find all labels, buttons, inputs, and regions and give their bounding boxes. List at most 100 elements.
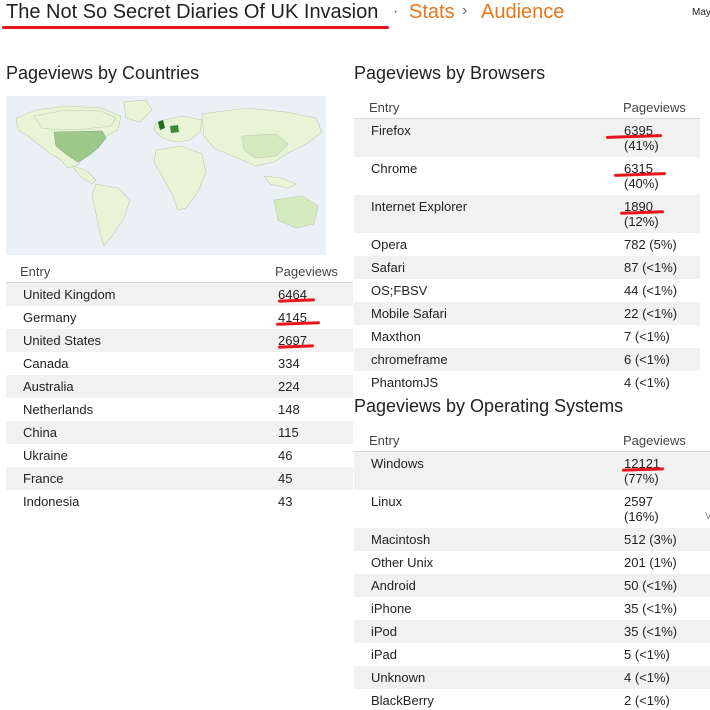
row-entry: China — [23, 425, 57, 440]
row-entry: Other Unix — [371, 555, 434, 570]
separator-dot: · — [393, 3, 399, 20]
browsers-table-header: Entry Pageviews — [354, 96, 700, 119]
countries-table: Entry Pageviews United Kingdom 6464 German… — [6, 260, 353, 513]
table-row[interactable]: Indonesia 43 — [6, 490, 353, 513]
table-row[interactable]: Opera 782 (5%) — [354, 233, 700, 256]
row-entry: iPod — [371, 624, 398, 639]
row-pageviews: 115 — [278, 425, 299, 440]
table-row[interactable]: iPhone 35 (<1%) — [354, 597, 710, 620]
breadcrumb-stats[interactable]: Stats — [409, 1, 455, 24]
row-pageviews: 6 (<1%) — [624, 352, 670, 367]
row-entry: Germany — [23, 310, 77, 325]
row-entry: OS;FBSV — [371, 283, 428, 298]
row-pageviews: 5 (<1%) — [624, 647, 670, 662]
table-row[interactable]: OS;FBSV 44 (<1%) — [354, 279, 700, 302]
row-pageviews: 7 (<1%) — [624, 329, 670, 344]
row-entry: Ukraine — [23, 448, 68, 463]
table-row[interactable]: Windows 12121 (77%) — [354, 452, 710, 490]
row-entry: Maxthon — [371, 329, 421, 344]
column-header-entry[interactable]: Entry — [20, 264, 50, 279]
row-percent: (16%) — [624, 509, 659, 524]
row-entry: Safari — [371, 260, 405, 275]
row-entry: Mobile Safari — [371, 306, 447, 321]
table-row[interactable]: PhantomJS 4 (<1%) — [354, 371, 700, 394]
red-underline-annotation — [275, 321, 321, 326]
row-entry: iPhone — [371, 601, 412, 616]
row-entry: Macintosh — [371, 532, 431, 547]
red-underline-annotation — [2, 26, 389, 29]
column-header-pageviews[interactable]: Pageviews — [623, 433, 686, 448]
row-pageviews: 50 (<1%) — [624, 578, 678, 593]
row-pageviews: 2 (<1%) — [624, 693, 670, 708]
row-percent: (77%) — [624, 471, 659, 486]
table-row[interactable]: Linux 2597 (16%) — [354, 490, 710, 528]
table-row[interactable]: iPod 35 (<1%) — [354, 620, 710, 643]
row-entry: Indonesia — [23, 494, 80, 509]
row-entry: Opera — [371, 237, 408, 252]
os-table: Entry Pageviews Windows 12121 (77%) Linux 25… — [354, 429, 710, 710]
row-entry: PhantomJS — [371, 375, 439, 390]
table-row[interactable]: Germany 4145 — [6, 306, 353, 329]
table-row[interactable]: Macintosh 512 (3%) — [354, 528, 710, 551]
row-pageviews: 87 (<1%) — [624, 260, 678, 275]
row-entry: France — [23, 471, 64, 486]
table-row[interactable]: Maxthon 7 (<1%) — [354, 325, 700, 348]
breadcrumb-audience[interactable]: Audience — [481, 1, 564, 24]
countries-section-title: Pageviews by Countries — [6, 63, 200, 83]
table-row[interactable]: Android 50 (<1%) — [354, 574, 710, 597]
row-pageviews: 148 — [278, 402, 300, 417]
table-row[interactable]: Safari 87 (<1%) — [354, 256, 700, 279]
table-row[interactable]: Australia 224 — [6, 375, 353, 398]
os-section-title: Pageviews by Operating Systems — [354, 396, 624, 416]
column-header-pageviews[interactable]: Pageviews — [275, 264, 338, 279]
date-range-label[interactable]: May — [692, 7, 710, 18]
table-row[interactable]: chromeframe 6 (<1%) — [354, 348, 700, 371]
row-entry: Linux — [371, 494, 403, 509]
breadcrumb-chevron-icon: › — [462, 2, 468, 19]
row-entry: iPad — [371, 647, 398, 662]
table-row[interactable]: United Kingdom 6464 — [6, 283, 353, 306]
row-entry: Netherlands — [23, 402, 94, 417]
countries-table-header: Entry Pageviews — [6, 260, 353, 283]
row-percent: (40%) — [624, 176, 659, 191]
row-entry: Canada — [23, 356, 69, 371]
table-row[interactable]: BlackBerry 2 (<1%) — [354, 689, 710, 710]
column-header-pageviews[interactable]: Pageviews — [623, 100, 686, 115]
row-entry: BlackBerry — [371, 693, 434, 708]
header-bar: The Not So Secret Diaries Of UK Invasion… — [0, 0, 710, 32]
table-row[interactable]: China 115 — [6, 421, 353, 444]
table-row[interactable]: Chrome 6315 (40%) — [354, 157, 700, 195]
row-pageviews: 22 (<1%) — [624, 306, 678, 321]
row-pageviews: 782 (5%) — [624, 237, 677, 252]
world-map[interactable] — [6, 96, 326, 255]
table-row[interactable]: Internet Explorer 1890 (12%) — [354, 195, 700, 233]
row-entry: Chrome — [371, 161, 418, 176]
table-row[interactable]: Unknown 4 (<1%) — [354, 666, 710, 689]
table-row[interactable]: United States 2697 — [6, 329, 353, 352]
row-pageviews: 2597 — [624, 494, 653, 509]
table-row[interactable]: France 45 — [6, 467, 353, 490]
os-table-header: Entry Pageviews — [354, 429, 710, 452]
table-row[interactable]: Other Unix 201 (1%) — [354, 551, 710, 574]
world-map-graphic — [15, 99, 323, 247]
row-pageviews: 43 — [278, 494, 293, 509]
table-row[interactable]: Netherlands 148 — [6, 398, 353, 421]
row-entry: Android — [371, 578, 416, 593]
blog-title[interactable]: The Not So Secret Diaries Of UK Invasion — [6, 1, 378, 24]
row-entry: Unknown — [371, 670, 426, 685]
table-row[interactable]: iPad 5 (<1%) — [354, 643, 710, 666]
row-pageviews: 46 — [278, 448, 293, 463]
column-header-entry[interactable]: Entry — [369, 433, 399, 448]
column-header-entry[interactable]: Entry — [369, 100, 399, 115]
row-pageviews: 45 — [278, 471, 293, 486]
row-entry: Firefox — [371, 123, 411, 138]
table-row[interactable]: Canada 334 — [6, 352, 353, 375]
row-pageviews: 4 (<1%) — [624, 670, 670, 685]
table-row[interactable]: Mobile Safari 22 (<1%) — [354, 302, 700, 325]
browsers-section-title: Pageviews by Browsers — [354, 63, 546, 83]
table-row[interactable]: Ukraine 46 — [6, 444, 353, 467]
table-row[interactable]: Firefox 6395 (41%) — [354, 119, 700, 157]
row-pageviews: 4 (<1%) — [624, 375, 670, 390]
red-underline-annotation — [277, 344, 315, 349]
row-entry: Windows — [371, 456, 424, 471]
